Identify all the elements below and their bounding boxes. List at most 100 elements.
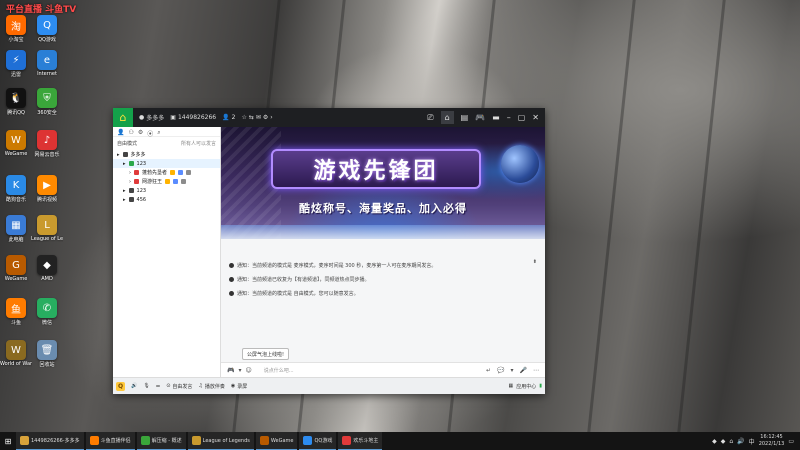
desktop-icon[interactable]: ▦ 此电脑 (0, 215, 32, 243)
mic-icon[interactable]: 🎤 (520, 367, 527, 374)
play-accompaniment-button[interactable]: ♫ 播放伴奏 (198, 383, 225, 390)
member-count[interactable]: 👤 2 (222, 114, 235, 121)
app-center[interactable]: ▦ 应用中心 ▮ (508, 383, 542, 390)
desktop-icon[interactable]: e Internet (31, 50, 63, 77)
wallpaper-streak (587, 0, 636, 432)
taskbar: ⊞ 1449826266-多多多 斗鱼直播伴侣 解压缩 - 概述 League of … (0, 432, 800, 450)
avatar-icon: ● (139, 114, 145, 121)
group-icon[interactable]: ⚇ (128, 129, 133, 136)
channel-tree-item[interactable]: › 网游狂王 (113, 177, 220, 186)
taskbar-item[interactable]: 欢乐斗地主 (338, 432, 383, 450)
desktop-icon[interactable]: WWorld of Warcraft (0, 340, 32, 367)
record-icon[interactable]: ⦿ (147, 129, 153, 138)
desktop-icon[interactable]: ▶ 腾讯视频 (31, 175, 63, 203)
channel-tree-item[interactable]: ▸ 123 (113, 159, 220, 168)
settings-icon[interactable]: ⚙ (263, 114, 268, 121)
app-icon: G (6, 255, 26, 275)
notification-icon[interactable]: ▭ (788, 438, 794, 445)
taskbar-item[interactable]: League of Legends (187, 432, 254, 450)
desktop-icon[interactable]: 🗑 回收站 (31, 340, 63, 368)
banner-title: 游戏先锋团 (313, 159, 439, 184)
channel-tree: ▸ 多多多 ▸ 123 › 蓬勃先垦者 › 网游狂王 ▸ 123 ▸ 456 (113, 150, 220, 204)
desktop-icon[interactable]: ⚡ 迅雷 (0, 50, 32, 78)
app-icon: ✆ (37, 298, 57, 318)
desktop-icon[interactable]: LLeague of Legends (31, 215, 63, 242)
windows-start-icon[interactable]: ⊞ (0, 432, 16, 450)
desktop-icon[interactable]: 鱼斗鱼 (0, 298, 32, 326)
desktop-icon[interactable]: ◆ AMD (31, 255, 63, 282)
equalizer-icon[interactable]: ⚌ (156, 383, 160, 389)
taskbar-item[interactable]: QQ游戏 (299, 432, 337, 450)
more-icon[interactable]: ⋯ (533, 367, 539, 374)
message-input[interactable]: 说点什么吧... (264, 367, 294, 374)
bubble-icon[interactable]: 💬 (497, 367, 504, 374)
banner-tagline: 酷炫称号、海量奖品、加入必得 (299, 202, 467, 215)
chevron-down-icon[interactable]: ▾ (511, 367, 514, 374)
desktop-icon[interactable]: 🐧 腾讯QQ (0, 88, 32, 116)
home-tab-icon[interactable]: ⌂ (440, 111, 454, 124)
mode-link[interactable]: 所有人可以发言 (181, 140, 216, 147)
channel-tree-item[interactable]: ▸ 456 (113, 195, 220, 204)
search-icon[interactable]: ⌕ (157, 129, 160, 136)
maximize-icon[interactable]: ▢ (518, 113, 526, 122)
taskbar-items: 1449826266-多多多 斗鱼直播伴侣 解压缩 - 概述 League of Le… (16, 432, 384, 450)
gamepad-icon[interactable]: 🎮 (227, 367, 234, 374)
desktop-icon[interactable]: 淘小淘宝 (0, 15, 32, 43)
user-list-icon[interactable]: 👤 (117, 129, 124, 136)
ime-icon[interactable]: 中 (749, 437, 755, 446)
taskbar-item[interactable]: 1449826266-多多多 (16, 432, 84, 450)
channel-tree-item[interactable]: › 蓬勃先垦者 (113, 168, 220, 177)
app-icon: ♪ (37, 130, 57, 150)
home-icon[interactable]: ⌂ (113, 108, 133, 127)
volume-icon[interactable]: 🔊 (737, 438, 744, 445)
taskbar-item[interactable]: 斗鱼直播伴侣 (85, 432, 135, 450)
desktop-icon[interactable]: ♪ 网易云音乐 (31, 130, 63, 158)
skin-icon[interactable]: ▬ (492, 113, 500, 122)
gamepad-icon[interactable]: 🎮 (475, 113, 485, 122)
desktop-icon[interactable]: Q QQ游戏 (31, 15, 63, 43)
badge-icon (165, 179, 171, 184)
network-icon[interactable]: ⌂ (729, 438, 733, 445)
free-speak-button[interactable]: ⊙ 自由发言 (166, 383, 192, 390)
channel-tree-item[interactable]: ▸ 123 (113, 186, 220, 195)
share-icon[interactable]: ⇆ (249, 114, 254, 121)
badge-icon (178, 170, 184, 175)
notice-item: 通知：当前频道已收复为【有道频道】，同频道热点同步播。 (229, 272, 537, 286)
q-button[interactable]: Q (116, 381, 126, 391)
channel-tree-item[interactable]: ▸ 多多多 (113, 150, 220, 159)
desktop-icon[interactable]: ⛨ 360安全 (31, 88, 63, 116)
desktop-icon[interactable]: ✆ 微信 (31, 298, 63, 326)
banner-title-plate: 游戏先锋团 (271, 149, 481, 189)
title-tools: ☆ ⇆ ✉ ⚙ › (241, 114, 272, 121)
screen-icon[interactable]: ⎚ (427, 113, 433, 123)
minimize-icon[interactable]: – (507, 113, 511, 122)
tray-app-icon[interactable]: ◆ (712, 438, 717, 445)
speaker-icon[interactable]: 🔊 (131, 383, 137, 389)
taskbar-item[interactable]: 解压缩 - 概述 (136, 432, 186, 450)
menu-icon[interactable]: ▤ (461, 113, 469, 122)
chevron-right-icon: › (129, 178, 131, 185)
chevron-down-icon[interactable]: ▾ (238, 367, 241, 374)
taskbar-item[interactable]: WeGame (255, 432, 298, 450)
star-icon[interactable]: ☆ (241, 114, 246, 121)
bell-icon[interactable]: ✉ (256, 114, 261, 121)
desktop-icon[interactable]: G WeGame (0, 255, 32, 282)
record-screen-button[interactable]: ◉ 录屏 (231, 383, 247, 390)
app-icon: K (6, 175, 26, 195)
tray-app-icon[interactable]: ◆ (721, 438, 726, 445)
desktop-icon[interactable]: K 酷狗音乐 (0, 175, 32, 203)
chevron-right-icon[interactable]: › (270, 114, 272, 121)
mic-icon[interactable]: 🎙 (143, 383, 149, 389)
enter-icon[interactable]: ↵ (486, 367, 491, 374)
notice-list: 通知：当前频道的模式是 麦序模式，麦序时间是 300 秒，麦序第一人可在麦序期间… (221, 254, 545, 304)
app-icon: 鱼 (6, 298, 26, 318)
promo-banner[interactable]: 游戏先锋团 酷炫称号、海量奖品、加入必得 (221, 127, 545, 239)
emoji-icon[interactable]: ☺ (246, 367, 252, 374)
chevron-right-icon: ▸ (123, 187, 126, 194)
signal-icon: ▮ (539, 383, 542, 389)
clock[interactable]: 16:12:45 2022/1/13 (759, 434, 785, 448)
close-icon[interactable]: ✕ (532, 113, 539, 122)
setting-icon[interactable]: ⚙ (138, 129, 143, 136)
desktop-icon[interactable]: W WeGame (0, 130, 32, 157)
app-icon: ⛨ (37, 88, 57, 108)
